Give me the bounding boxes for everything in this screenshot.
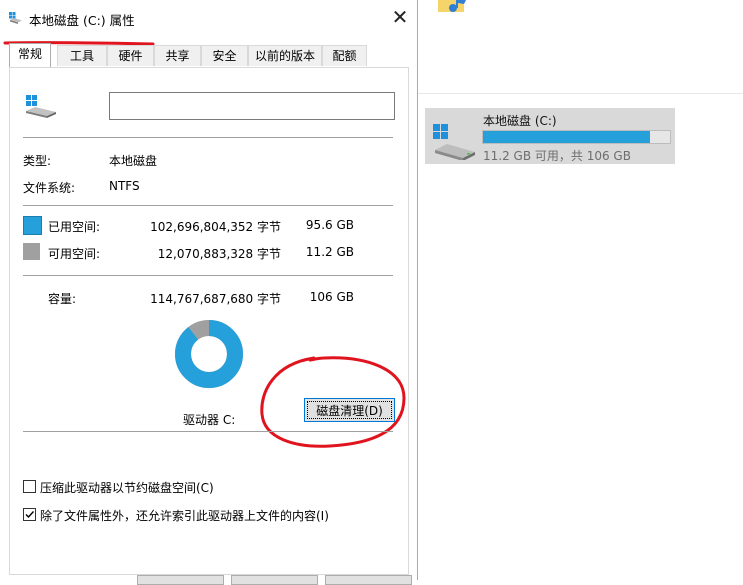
apply-button[interactable] xyxy=(325,575,412,585)
separator xyxy=(23,275,393,276)
used-space-label: 已用空间: xyxy=(48,220,101,234)
free-space-bytes: 12,070,883,328 字节 xyxy=(157,247,281,261)
drive-tile-free: 11.2 GB 可用，共 106 GB xyxy=(483,149,631,163)
focus-ring xyxy=(307,401,392,419)
drive-usage-fill xyxy=(483,131,651,143)
drive-letter-label: 驱动器 C: xyxy=(183,413,236,427)
explorer-window: 本地磁盘 (C:) 11.2 GB 可用，共 106 GB xyxy=(194,0,743,580)
disk-cleanup-button[interactable]: 磁盘清理(D) xyxy=(304,398,395,422)
ok-button[interactable] xyxy=(137,575,224,585)
index-checkbox[interactable] xyxy=(23,508,36,521)
music-folder-icon[interactable] xyxy=(436,0,472,16)
index-option[interactable]: 除了文件属性外，还允许索引此驱动器上文件的内容(I) xyxy=(23,507,403,523)
free-space-swatch xyxy=(23,243,40,260)
used-space-swatch xyxy=(23,216,42,235)
tab-sharing[interactable]: 共享 xyxy=(154,45,201,66)
capacity-size: 106 GB xyxy=(309,290,354,304)
compress-label: 压缩此驱动器以节约磁盘空间(C) xyxy=(40,481,214,495)
compress-option[interactable]: 压缩此驱动器以节约磁盘空间(C) xyxy=(23,479,403,495)
tab-quota[interactable]: 配额 xyxy=(322,45,367,66)
drive-icon xyxy=(9,12,22,24)
tab-security[interactable]: 安全 xyxy=(201,45,248,66)
windows-drive-icon xyxy=(26,95,56,118)
drive-name-input[interactable] xyxy=(109,92,395,120)
filesystem-label: 文件系统: xyxy=(23,181,76,195)
separator xyxy=(23,431,393,432)
general-panel: 类型: 本地磁盘 文件系统: NTFS 已用空间: 102,696,804,35… xyxy=(9,67,409,575)
compress-checkbox[interactable] xyxy=(23,480,36,493)
free-space-label: 可用空间: xyxy=(48,247,101,261)
separator xyxy=(23,205,393,206)
index-label: 除了文件属性外，还允许索引此驱动器上文件的内容(I) xyxy=(40,509,329,523)
used-space-bytes: 102,696,804,352 字节 xyxy=(150,220,281,234)
tab-tools[interactable]: 工具 xyxy=(57,45,107,66)
cancel-button[interactable] xyxy=(231,575,318,585)
tab-previous-versions[interactable]: 以前的版本 xyxy=(248,45,322,66)
capacity-bytes: 114,767,687,680 字节 xyxy=(150,292,281,306)
tab-general[interactable]: 常规 xyxy=(9,43,51,67)
filesystem-value: NTFS xyxy=(109,179,140,193)
used-space-size: 95.6 GB xyxy=(305,218,354,232)
usage-donut-chart xyxy=(175,320,243,388)
close-button[interactable]: ✕ xyxy=(383,0,417,34)
capacity-label: 容量: xyxy=(48,292,77,306)
explorer-divider xyxy=(418,93,743,94)
close-icon: ✕ xyxy=(391,5,409,29)
free-space-size: 11.2 GB xyxy=(305,245,354,259)
type-value: 本地磁盘 xyxy=(109,154,158,168)
dialog-titlebar[interactable]: 本地磁盘 (C:) 属性 ✕ xyxy=(0,0,417,34)
dialog-title: 本地磁盘 (C:) 属性 xyxy=(29,13,135,28)
donut-used-slice xyxy=(175,320,243,388)
separator xyxy=(23,137,393,138)
drive-tile-name: 本地磁盘 (C:) xyxy=(483,114,557,128)
drive-tile-c[interactable]: 本地磁盘 (C:) 11.2 GB 可用，共 106 GB xyxy=(425,108,675,164)
type-label: 类型: xyxy=(23,154,52,168)
windows-drive-icon xyxy=(433,124,475,160)
properties-dialog: 本地磁盘 (C:) 属性 ✕ 常规 工具 硬件 共享 安全 以前的版本 配额 类… xyxy=(0,0,418,585)
drive-usage-bar xyxy=(482,130,671,144)
tab-hardware[interactable]: 硬件 xyxy=(107,45,154,66)
checkmark-icon xyxy=(25,511,35,519)
